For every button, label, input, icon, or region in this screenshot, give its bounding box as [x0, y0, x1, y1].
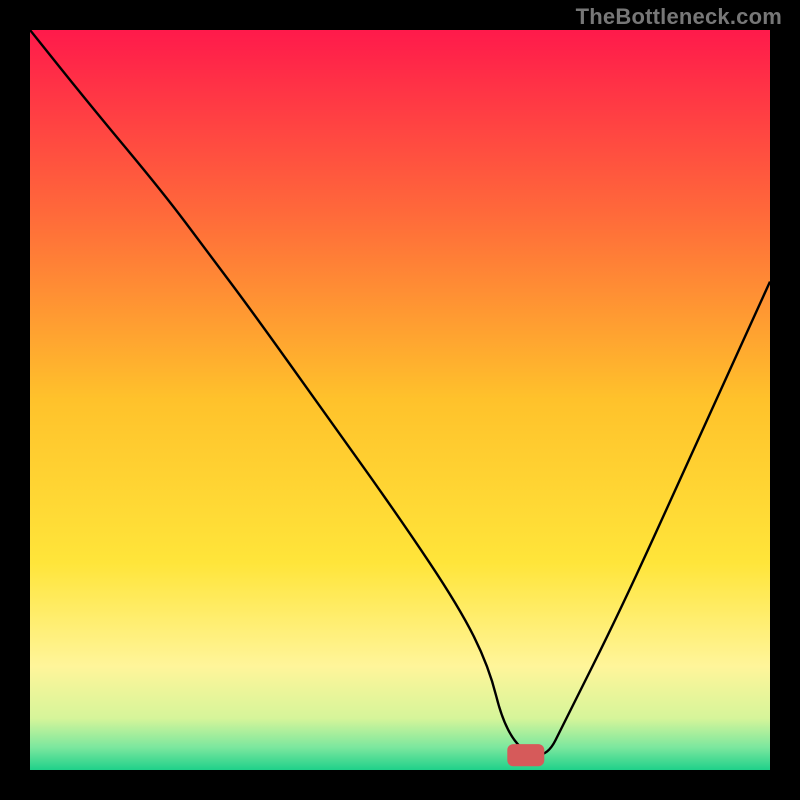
optimal-marker: [507, 744, 544, 766]
chart-background: [30, 30, 770, 770]
watermark-text: TheBottleneck.com: [576, 4, 782, 30]
chart-wrapper: TheBottleneck.com: [0, 0, 800, 800]
bottleneck-chart: [30, 30, 770, 770]
